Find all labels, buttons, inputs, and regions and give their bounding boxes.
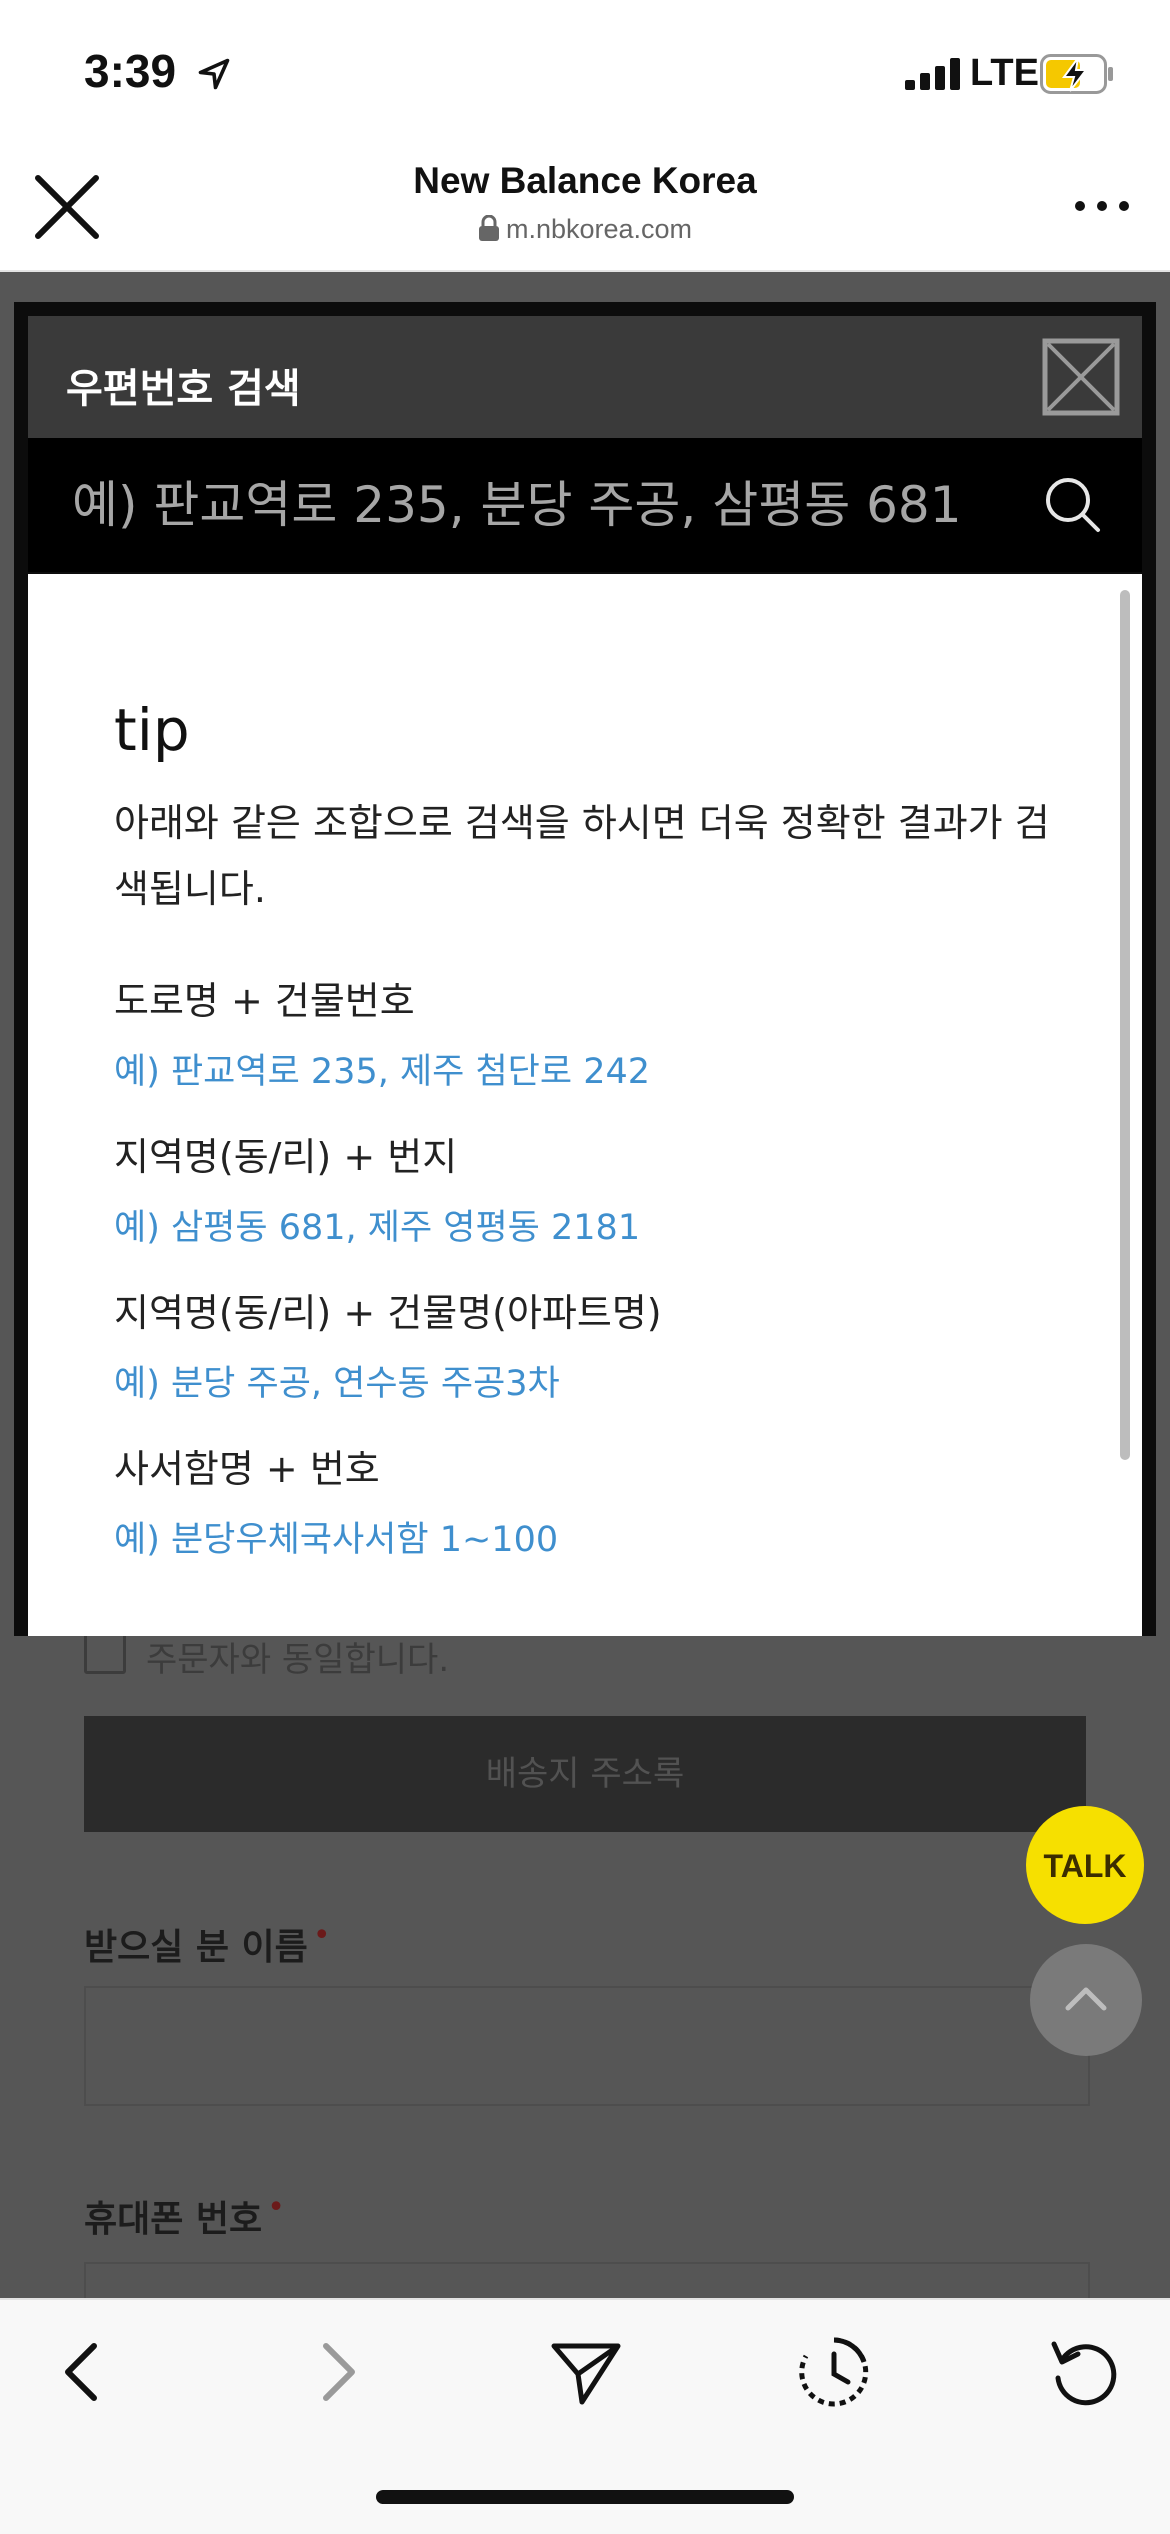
recipient-name-label: 받으실 분 이름 • bbox=[84, 1918, 331, 1970]
required-mark: • bbox=[267, 2190, 285, 2225]
phone-input[interactable] bbox=[84, 2262, 1090, 2300]
tip-category-pobox: 사서함명 + 번호 예) 분당우체국사서함 1~100 bbox=[114, 1438, 558, 1562]
category-example: 예) 분당우체국사서함 1~100 bbox=[114, 1520, 559, 1560]
chevron-up-icon bbox=[1065, 1987, 1107, 2011]
category-label: 도로명 + 건물번호 bbox=[114, 979, 415, 1023]
recipient-name-text: 받으실 분 이름 bbox=[84, 1927, 308, 1968]
category-example: 예) 삼평동 681, 제주 영평동 2181 bbox=[114, 1208, 641, 1248]
category-example: 예) 판교역로 235, 제주 첨단로 242 bbox=[114, 1052, 651, 1092]
more-icon[interactable] bbox=[1072, 196, 1132, 216]
url-text: m.nbkorea.com bbox=[505, 214, 693, 244]
lock-icon bbox=[478, 214, 499, 241]
category-label: 지역명(동/리) + 번지 bbox=[114, 1135, 458, 1179]
search-icon[interactable] bbox=[1040, 472, 1104, 536]
forward-icon[interactable] bbox=[296, 2332, 376, 2412]
battery-charging-icon bbox=[1040, 54, 1113, 94]
address-book-button[interactable]: 배송지 주소록 bbox=[84, 1716, 1086, 1832]
category-example: 예) 분당 주공, 연수동 주공3차 bbox=[114, 1364, 560, 1404]
location-arrow-icon bbox=[198, 58, 230, 90]
tip-category-road: 도로명 + 건물번호 예) 판교역로 235, 제주 첨단로 242 bbox=[114, 970, 650, 1094]
page-title: New Balance Korea bbox=[413, 160, 757, 201]
close-icon[interactable] bbox=[32, 172, 102, 242]
category-label: 사서함명 + 번호 bbox=[114, 1447, 380, 1491]
modal-title: 우편번호 검색 bbox=[66, 366, 301, 412]
network-label: LTE bbox=[970, 52, 1039, 94]
back-icon[interactable] bbox=[44, 2332, 124, 2412]
phone-label: 휴대폰 번호 • bbox=[84, 2190, 285, 2242]
same-as-orderer-label: 주문자와 동일합니다. bbox=[146, 1640, 450, 1680]
same-as-orderer-checkbox[interactable] bbox=[84, 1632, 126, 1674]
content-scrollbar[interactable] bbox=[1120, 590, 1130, 1460]
reload-icon[interactable] bbox=[1044, 2332, 1124, 2412]
tip-category-lot: 지역명(동/리) + 번지 예) 삼평동 681, 제주 영평동 2181 bbox=[114, 1126, 640, 1250]
phone-text: 휴대폰 번호 bbox=[84, 2199, 263, 2240]
history-icon[interactable] bbox=[794, 2332, 874, 2412]
url-bar[interactable]: m.nbkorea.com bbox=[300, 214, 870, 245]
kakao-talk-label: TALK bbox=[1043, 1848, 1127, 1884]
recipient-name-input[interactable] bbox=[84, 1986, 1090, 2106]
tip-category-building: 지역명(동/리) + 건물명(아파트명) 예) 분당 주공, 연수동 주공3차 bbox=[114, 1282, 662, 1406]
tip-description: 아래와 같은 조합으로 검색을 하시면 더욱 정확한 결과가 검색됩니다. bbox=[114, 801, 1050, 911]
category-label: 지역명(동/리) + 건물명(아파트명) bbox=[114, 1291, 662, 1335]
scroll-top-button[interactable] bbox=[1030, 1944, 1142, 2056]
home-indicator bbox=[376, 2490, 794, 2504]
postcode-search-input[interactable] bbox=[28, 438, 1142, 572]
share-icon[interactable] bbox=[546, 2332, 626, 2412]
required-mark: • bbox=[312, 1918, 331, 1953]
status-time: 3:39 bbox=[84, 45, 177, 97]
tip-title: tip bbox=[114, 696, 190, 764]
modal-close-icon[interactable] bbox=[1042, 338, 1120, 416]
signal-icon bbox=[905, 58, 960, 90]
